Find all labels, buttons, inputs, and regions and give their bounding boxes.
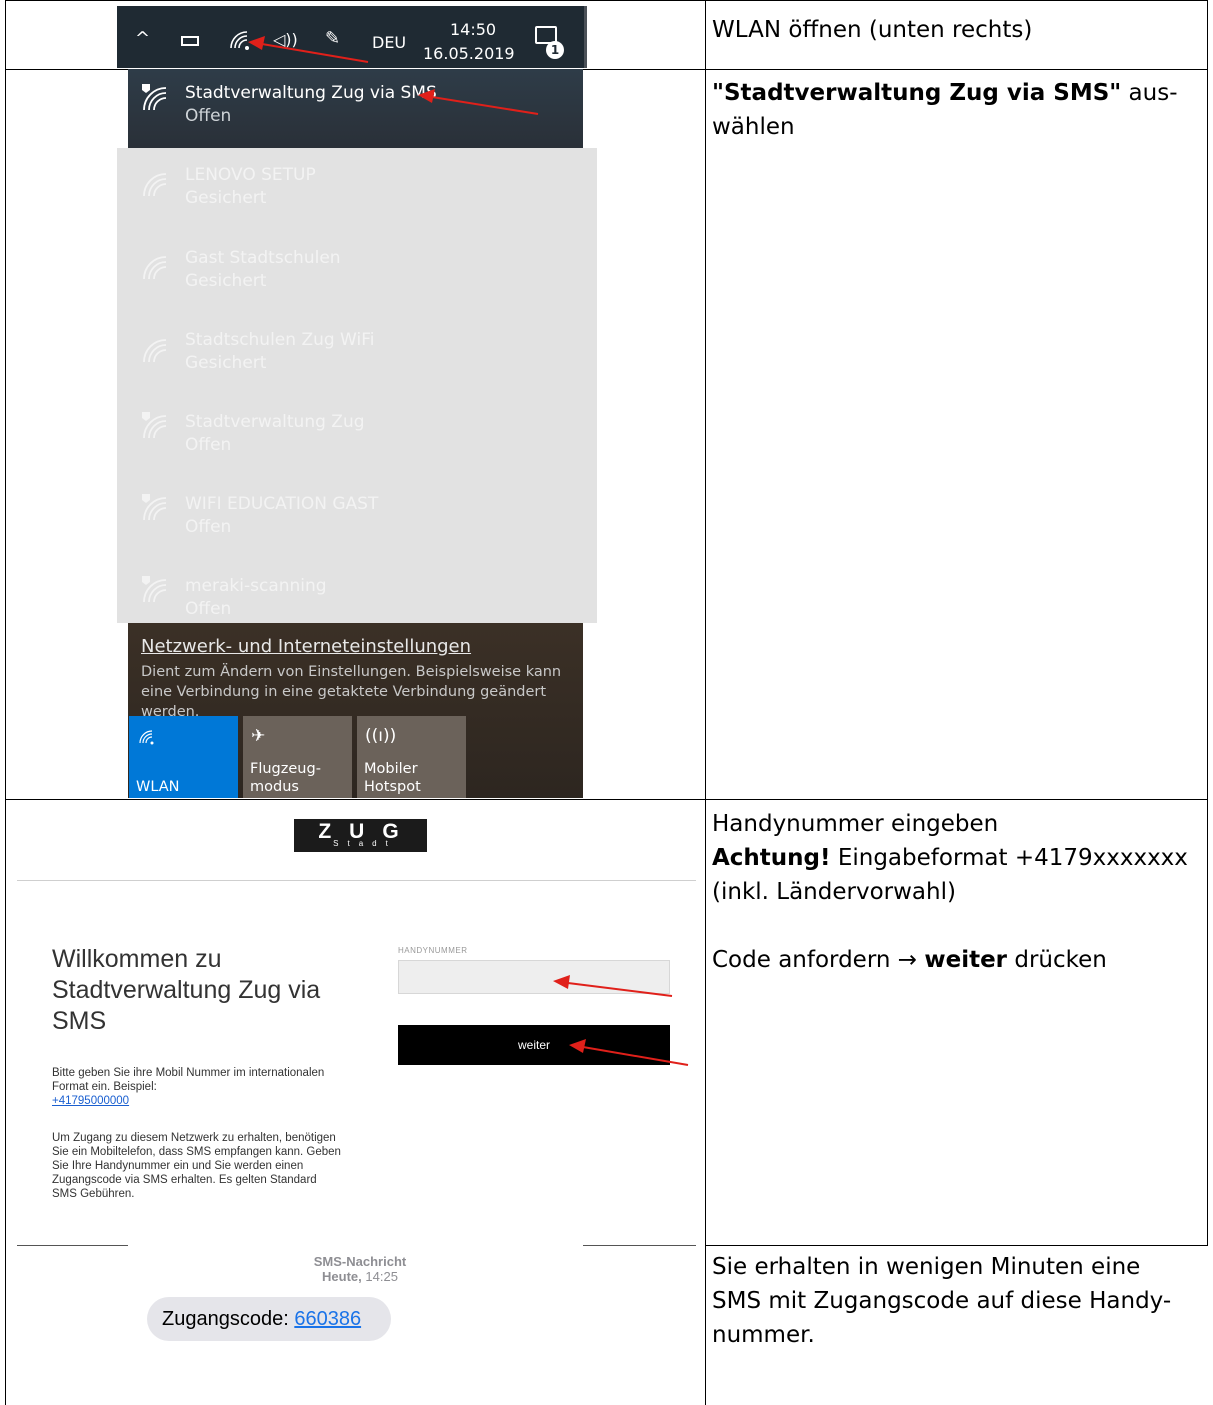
- arrow-to-selected-network: [431, 96, 539, 115]
- arrow-head: [569, 1039, 586, 1053]
- arrow-to-phone-field: [567, 982, 673, 997]
- arrow-to-wifi-tray: [261, 43, 369, 63]
- annotation-arrows: [248, 36, 689, 1066]
- arrow-to-weiter-button: [582, 1046, 689, 1066]
- arrow-head: [248, 36, 265, 50]
- arrow-head: [418, 89, 435, 103]
- arrow-head: [553, 975, 570, 989]
